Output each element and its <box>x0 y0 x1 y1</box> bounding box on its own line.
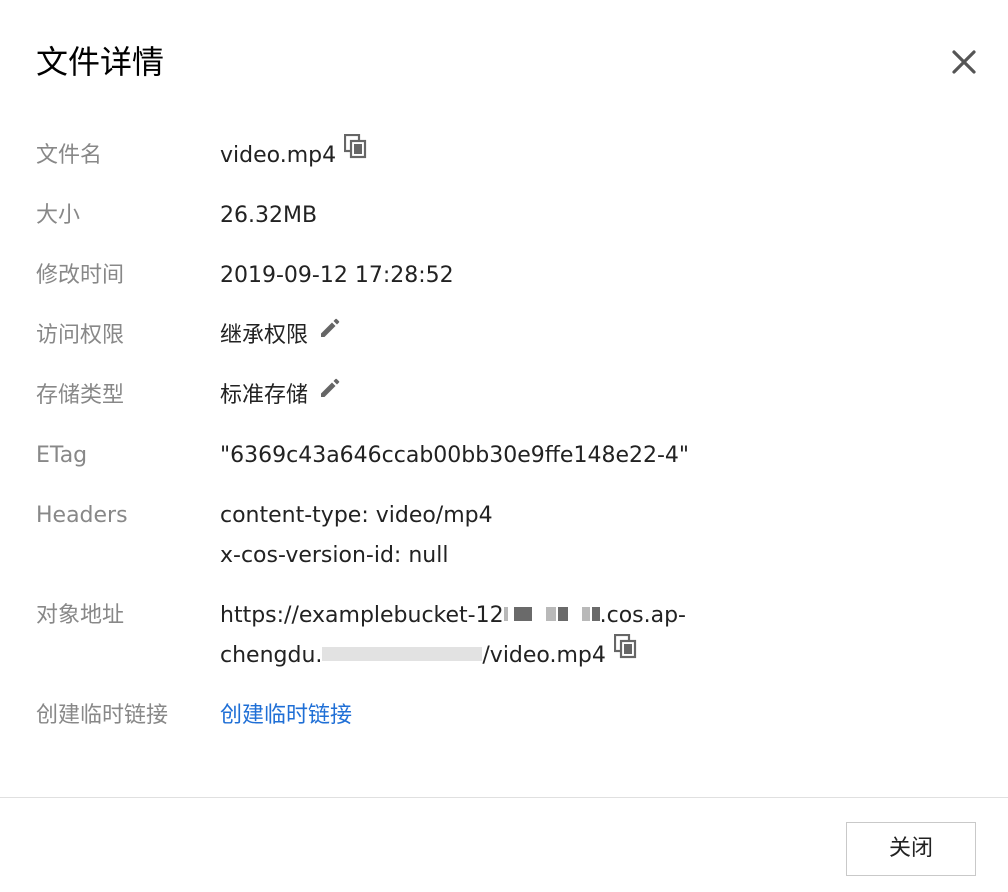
dialog-title: 文件详情 <box>36 43 165 81</box>
storage-label: 存储类型 <box>36 383 125 408</box>
headers-label: Headers <box>36 503 128 528</box>
redacted-text <box>513 607 532 621</box>
close-button[interactable]: 关闭 <box>846 822 976 876</box>
temp-link-label: 创建临时链接 <box>36 703 169 728</box>
redacted-text <box>322 647 483 661</box>
filename-value-wrap: video.mp4 <box>220 133 740 176</box>
url-label: 对象地址 <box>36 603 125 628</box>
acl-label: 访问权限 <box>36 323 125 348</box>
redacted-text <box>591 607 600 621</box>
acl-value: 继承权限 <box>220 323 309 348</box>
modified-value: 2019-09-12 17:28:52 <box>220 263 454 288</box>
size-value: 26.32MB <box>220 203 318 228</box>
filename-label: 文件名 <box>36 143 103 168</box>
acl-value-wrap: 继承权限 <box>220 316 740 356</box>
redacted-text <box>557 607 568 621</box>
edit-icon[interactable] <box>318 374 342 414</box>
storage-value: 标准存储 <box>220 383 309 408</box>
edit-icon[interactable] <box>318 314 342 354</box>
redacted-text <box>545 607 556 621</box>
url-line1-suffix: .cos.ap- <box>599 603 686 628</box>
header-line: content-type: video/mp4 <box>220 503 493 528</box>
redacted-text <box>581 607 590 621</box>
copy-icon[interactable] <box>613 633 638 674</box>
size-label: 大小 <box>36 203 81 228</box>
url-line-2: chengdu. /video.mp4 <box>220 633 780 676</box>
storage-value-wrap: 标准存储 <box>220 376 740 416</box>
etag-label: ETag <box>36 443 88 468</box>
header-line: x-cos-version-id: null <box>220 543 449 568</box>
url-line1-prefix: https://examplebucket-12 <box>220 603 504 628</box>
url-line2-suffix: /video.mp4 <box>482 643 606 668</box>
modified-label: 修改时间 <box>36 263 125 288</box>
url-line-1: https://examplebucket-12 .cos.ap- <box>220 596 780 636</box>
headers-value: content-type: video/mp4 x-cos-version-id… <box>220 496 740 576</box>
footer-divider <box>0 797 1008 798</box>
redacted-text <box>503 607 508 621</box>
file-details-dialog: 文件详情 文件名 video.mp4 大小 26.32MB 修改时间 2019-… <box>0 0 1008 892</box>
url-line2-prefix: chengdu. <box>220 643 323 668</box>
copy-icon[interactable] <box>343 133 368 174</box>
filename-value: video.mp4 <box>220 143 337 168</box>
etag-value: "6369c43a646ccab00bb30e9ffe148e22-4" <box>220 443 690 468</box>
url-value: https://examplebucket-12 .cos.ap- chengdu… <box>220 596 780 676</box>
temp-link-value: 创建临时链接 <box>220 696 740 736</box>
create-temp-link[interactable]: 创建临时链接 <box>220 703 352 728</box>
close-icon[interactable] <box>946 44 982 80</box>
